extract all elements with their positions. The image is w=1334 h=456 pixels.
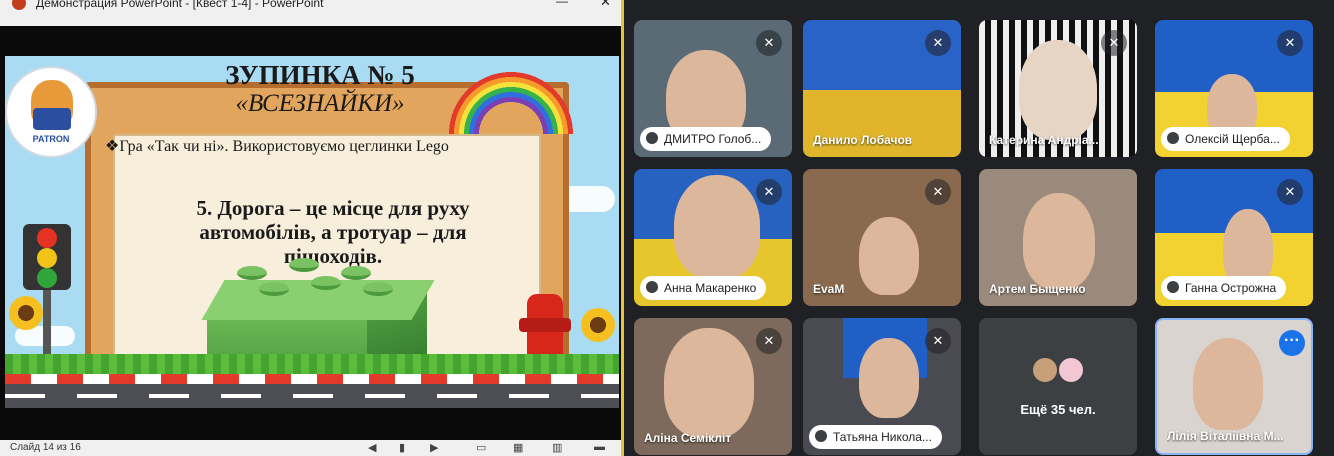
normal-view-button[interactable]: ▭ xyxy=(476,441,486,454)
close-button[interactable]: ✕ xyxy=(600,0,611,10)
slide-statement: 5. Дорога – це місце для руху автомобілі… xyxy=(196,196,470,268)
vest-icon xyxy=(33,108,71,130)
participant-tile[interactable]: ✕ EvaM xyxy=(803,169,961,306)
participant-tile[interactable]: ✕ Татьяна Никола... xyxy=(803,318,961,455)
ppt-titlebar: Демонстрация PowerPoint - [Квест 1-4] - … xyxy=(0,0,621,26)
mic-off-icon: ✕ xyxy=(1277,179,1303,205)
fire-hydrant-arm xyxy=(519,318,571,332)
participant-tile[interactable]: ✕ Аліна Семікліт xyxy=(634,318,792,455)
avatar-icon xyxy=(1167,281,1179,293)
road-marking xyxy=(5,394,619,398)
participant-tile[interactable]: ✕ Ганна Острожна xyxy=(1155,169,1313,306)
participant-tile[interactable]: ✕ Анна Макаренко xyxy=(634,169,792,306)
window-title: Демонстрация PowerPoint - [Квест 1-4] - … xyxy=(36,0,324,10)
participant-video xyxy=(859,338,919,418)
avatar-icon xyxy=(1057,356,1085,384)
sunflower-icon xyxy=(9,296,43,330)
mic-off-icon: ✕ xyxy=(925,30,951,56)
mic-off-icon: ✕ xyxy=(925,328,951,354)
slide-counter: Слайд 14 из 16 xyxy=(10,442,81,453)
avatar-icon xyxy=(1167,132,1179,144)
participant-name: Данило Лобачов xyxy=(813,133,913,147)
yellow-light xyxy=(37,248,57,268)
sunflower-icon xyxy=(581,308,615,342)
powerpoint-icon xyxy=(12,0,26,10)
participant-tile[interactable]: ✕ Данило Лобачов xyxy=(803,20,961,157)
slide-menu-button[interactable]: ▮ xyxy=(399,441,405,454)
participant-video xyxy=(664,328,754,438)
participant-name: Ганна Острожна xyxy=(1161,276,1287,300)
participant-tile-active[interactable]: ··· Лілія Віталіївна М... xyxy=(1155,318,1313,455)
participant-tile[interactable]: Артем Быщенко xyxy=(979,169,1137,306)
participant-name: Аліна Семікліт xyxy=(644,431,732,445)
traffic-light-icon xyxy=(23,224,71,290)
slideshow-button[interactable]: ▬ xyxy=(594,441,605,453)
participant-name: Анна Макаренко xyxy=(640,276,767,300)
participant-tile[interactable]: ✕ ДМИТРО Голоб... xyxy=(634,20,792,157)
mic-off-icon: ✕ xyxy=(1277,30,1303,56)
participant-name: EvaM xyxy=(813,282,845,296)
more-options-icon[interactable]: ··· xyxy=(1279,330,1305,356)
lego-stud xyxy=(311,276,341,290)
avatar-icon xyxy=(815,430,827,442)
avatar-icon xyxy=(646,281,658,293)
participant-name: Олексій Щерба... xyxy=(1161,127,1290,151)
participant-name: Катерина Андріа... xyxy=(989,133,1099,147)
participant-video xyxy=(1193,338,1263,430)
mic-off-icon: ✕ xyxy=(925,179,951,205)
lego-stud xyxy=(363,282,393,296)
slide-canvas[interactable]: ЗУПИНКА № 5 «ВСЕЗНАЙКИ» ❖Гра «Так чи ні»… xyxy=(5,56,619,408)
participant-video xyxy=(1023,193,1095,289)
participant-name: Татьяна Никола... xyxy=(809,425,942,449)
more-participants-label: Ещё 35 чел. xyxy=(1020,402,1096,417)
reading-view-button[interactable]: ▥ xyxy=(552,441,562,454)
lego-stud xyxy=(259,282,289,296)
mic-off-icon: ✕ xyxy=(756,328,782,354)
lego-stud xyxy=(289,258,319,272)
participant-tile[interactable]: ✕ Олексій Щерба... xyxy=(1155,20,1313,157)
slide-sorter-button[interactable]: ▦ xyxy=(513,441,523,454)
patron-logo: PATRON xyxy=(5,66,97,158)
powerpoint-window: Демонстрация PowerPoint - [Квест 1-4] - … xyxy=(0,0,624,456)
participant-video xyxy=(674,175,760,279)
logo-text: PATRON xyxy=(32,134,70,144)
avatar-icon xyxy=(1031,356,1059,384)
previous-slide-button[interactable]: ◀ xyxy=(368,441,376,454)
lego-stud xyxy=(237,266,267,280)
mic-off-icon: ✕ xyxy=(756,179,782,205)
next-slide-button[interactable]: ▶ xyxy=(430,441,438,454)
slide-title: ЗУПИНКА № 5 xyxy=(225,60,415,90)
participant-name: Лілія Віталіївна М... xyxy=(1167,429,1284,443)
minimize-button[interactable]: — xyxy=(556,0,568,8)
status-bar: Слайд 14 из 16 ◀ ▮ ▶ ▭ ▦ ▥ ▬ xyxy=(0,440,621,456)
more-participants-tile[interactable]: Ещё 35 чел. xyxy=(979,318,1137,455)
participant-video xyxy=(859,217,919,295)
participant-tile[interactable]: ✕ Катерина Андріа... xyxy=(979,20,1137,157)
participant-name: ДМИТРО Голоб... xyxy=(640,127,772,151)
avatar-icon xyxy=(646,132,658,144)
mic-off-icon: ✕ xyxy=(1101,30,1127,56)
curb-strip xyxy=(5,374,619,384)
participant-video xyxy=(1019,40,1097,140)
lego-stud xyxy=(341,266,371,280)
participant-name: Артем Быщенко xyxy=(989,282,1086,296)
slide-subtitle: «ВСЕЗНАЙКИ» xyxy=(235,90,405,117)
red-light xyxy=(37,228,57,248)
green-light xyxy=(37,268,57,288)
mic-off-icon: ✕ xyxy=(756,30,782,56)
slide-bullet: ❖Гра «Так чи ні». Використовуємо цеглинк… xyxy=(105,138,449,155)
